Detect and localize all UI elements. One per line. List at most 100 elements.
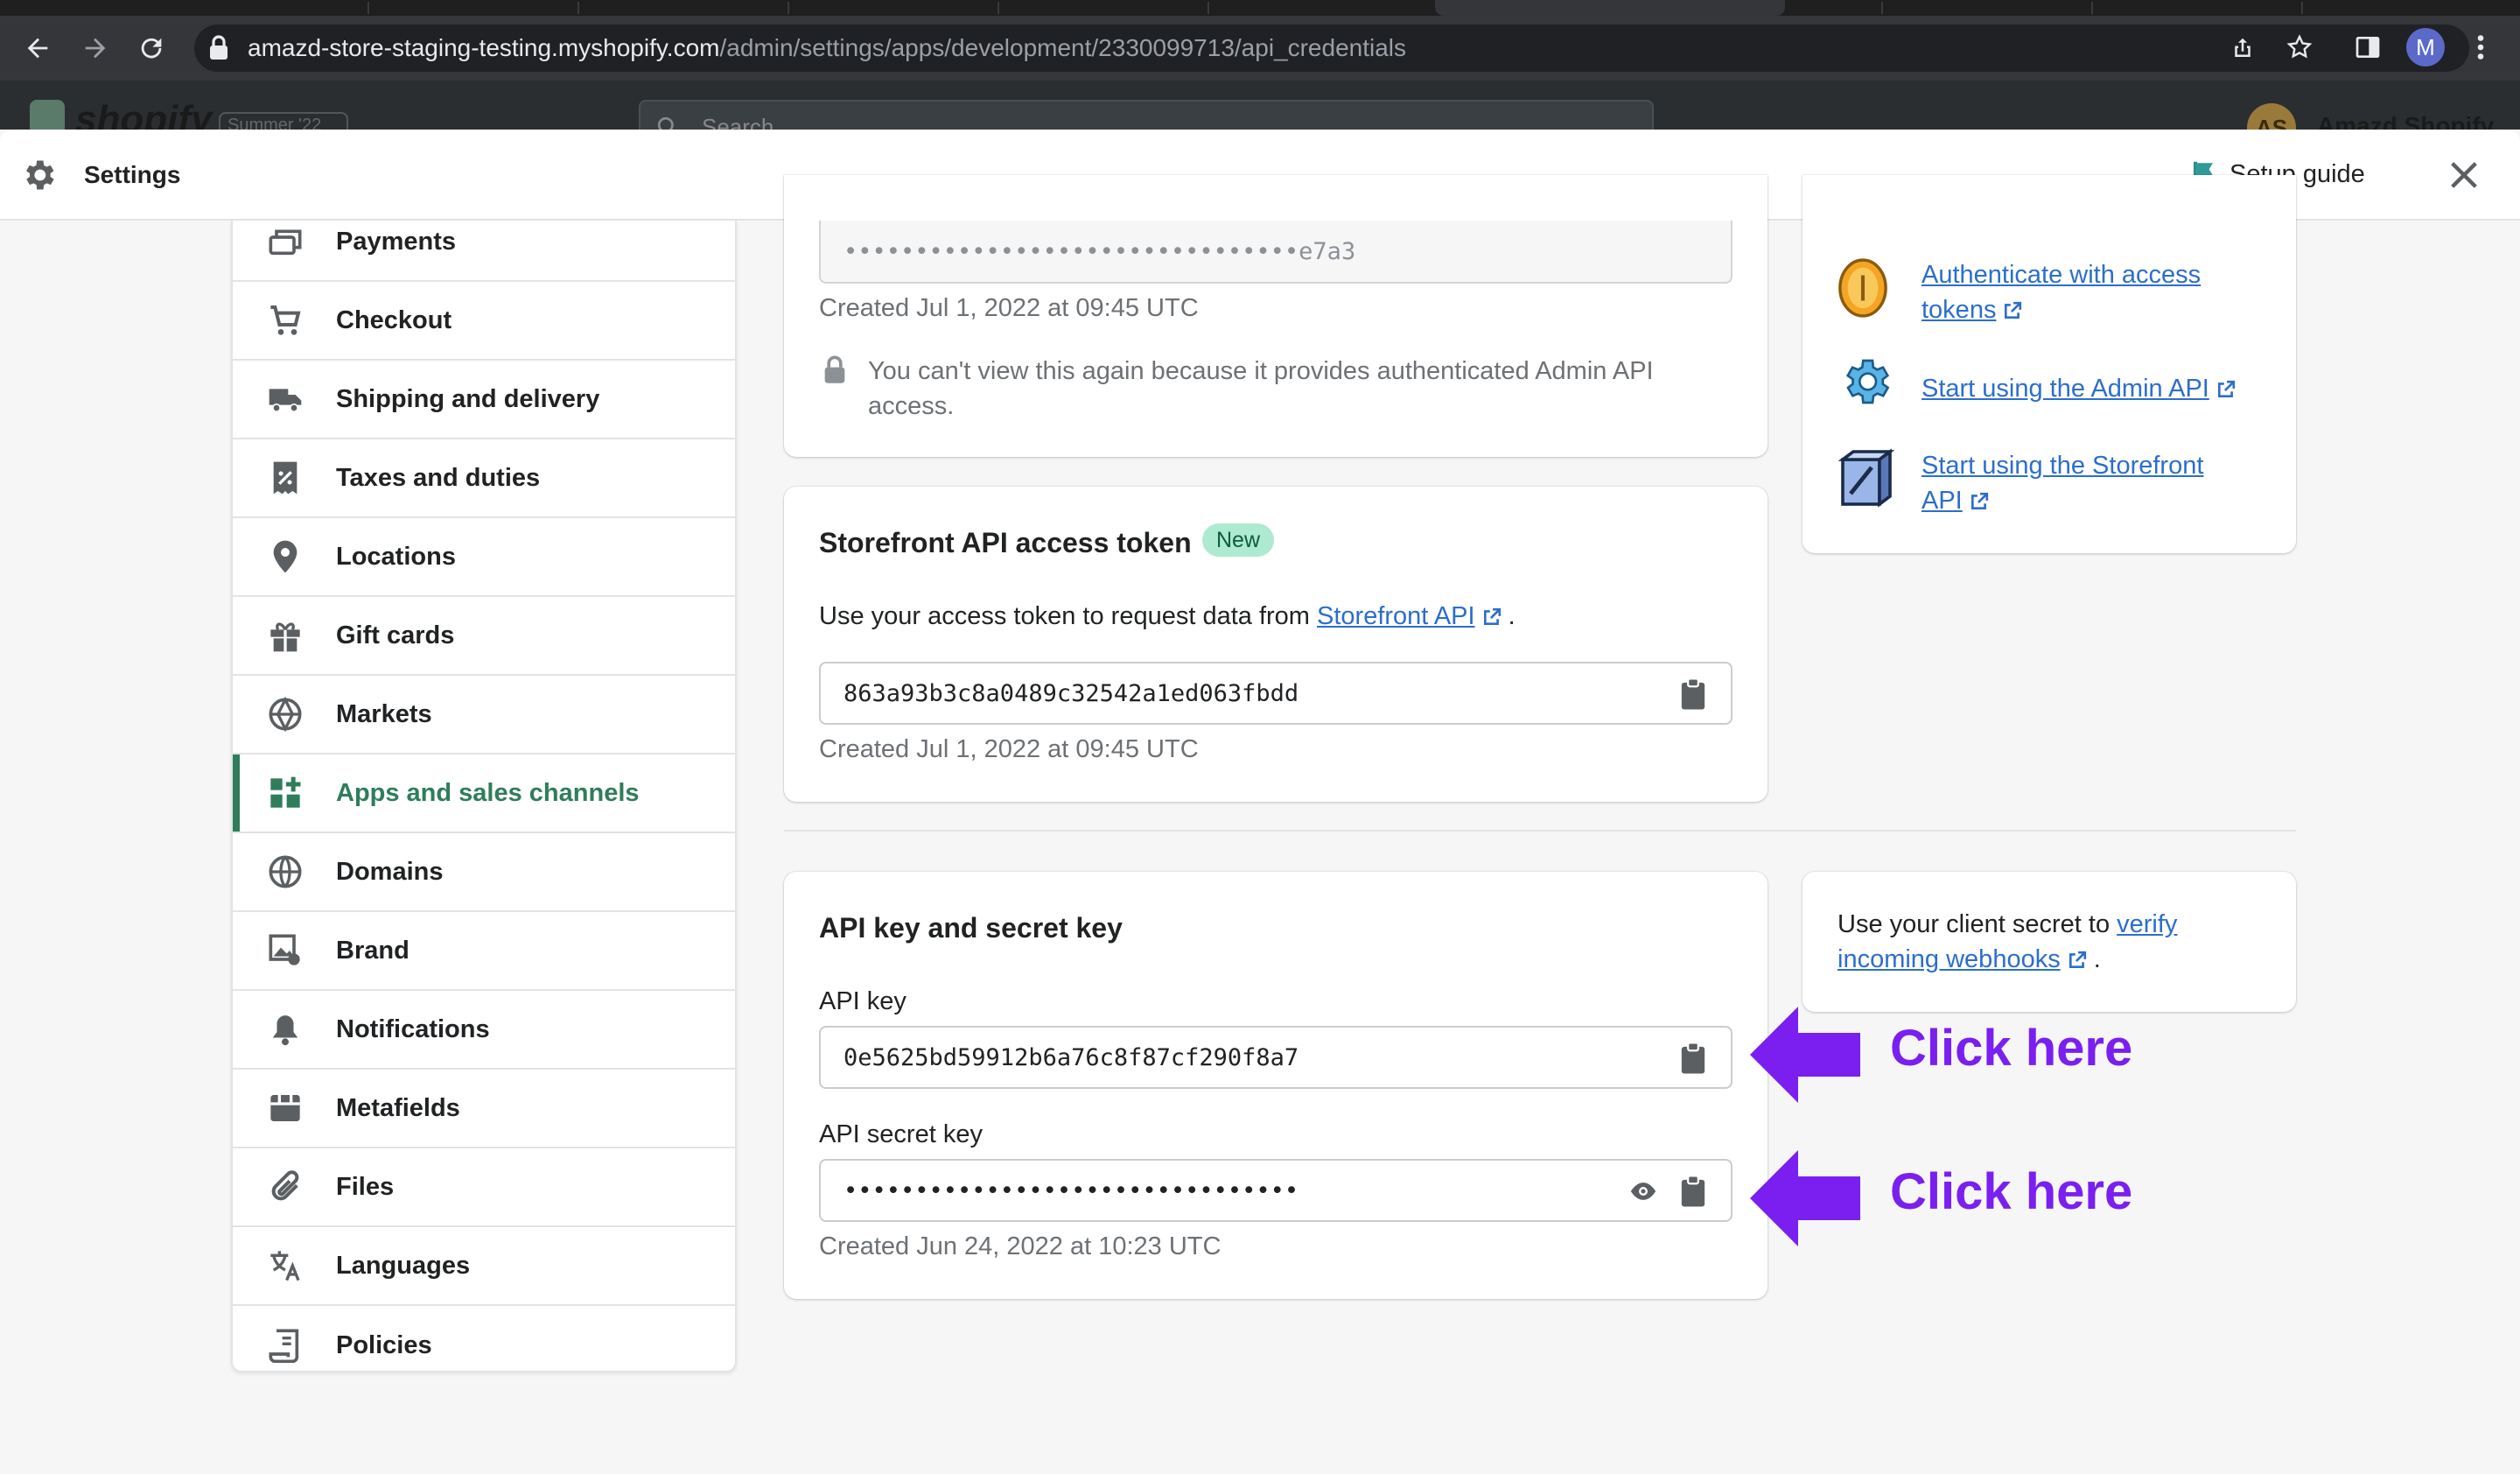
truck-icon bbox=[266, 380, 304, 418]
tab-separator bbox=[788, 2, 789, 14]
storefront-icon bbox=[1838, 448, 1895, 508]
sidebar-item-apps[interactable]: Apps and sales channels bbox=[233, 755, 735, 833]
sidebar-item-checkout[interactable]: Checkout bbox=[233, 282, 735, 361]
receipt-icon bbox=[266, 459, 304, 497]
external-link-icon bbox=[2068, 951, 2086, 969]
bell-icon bbox=[266, 1010, 304, 1049]
api-secret-label: API secret key bbox=[819, 1120, 983, 1148]
translate-icon bbox=[266, 1246, 304, 1285]
external-link-icon bbox=[2217, 381, 2235, 398]
sidebar-item-label: Notifications bbox=[336, 1014, 490, 1043]
annotation-arrow-left bbox=[1750, 1150, 1860, 1246]
forward-button[interactable] bbox=[65, 16, 126, 81]
external-link-icon bbox=[2005, 302, 2022, 319]
new-badge: New bbox=[1202, 523, 1275, 557]
sidebar-item-notifications[interactable]: Notifications bbox=[233, 991, 735, 1070]
tab-separator bbox=[2301, 2, 2303, 14]
sidebar-item-label: Brand bbox=[336, 936, 410, 965]
shopify-logo: shopify bbox=[75, 98, 213, 130]
admin-api-link[interactable]: Start using the Admin API bbox=[1922, 371, 2236, 406]
webhook-text-cont: incoming webhooks . bbox=[1838, 942, 2101, 977]
store-name: Amazd Shopify bbox=[2317, 112, 2495, 130]
globe-icon bbox=[266, 853, 304, 891]
bookmark-star-icon[interactable] bbox=[2286, 33, 2314, 61]
admin-token-warning-cont: access. bbox=[868, 392, 955, 420]
url-path: /admin/settings/apps/development/2330099… bbox=[719, 34, 1407, 61]
forward-arrow-icon bbox=[85, 38, 106, 59]
location-pin-icon bbox=[266, 537, 304, 576]
storefront-token-created: Created Jul 1, 2022 at 09:45 UTC bbox=[819, 735, 1199, 763]
authenticate-link-cont[interactable]: tokens bbox=[1922, 292, 2022, 327]
sidebar-item-label: Apps and sales channels bbox=[336, 778, 640, 807]
authenticate-link[interactable]: Authenticate with access bbox=[1922, 257, 2201, 292]
sidebar-item-languages[interactable]: Languages bbox=[233, 1227, 735, 1306]
kebab-menu-icon[interactable] bbox=[2474, 32, 2487, 63]
coin-icon bbox=[1838, 258, 1887, 318]
admin-api-link-text: Start using the Admin API bbox=[1922, 375, 2209, 403]
active-tab[interactable] bbox=[1435, 0, 1785, 16]
annotation-click-here-2: Click here bbox=[1890, 1163, 2133, 1220]
brand-icon bbox=[266, 931, 304, 970]
sidebar-item-taxes[interactable]: Taxes and duties bbox=[233, 439, 735, 518]
sidebar-item-label: Taxes and duties bbox=[336, 463, 541, 492]
sidebar-item-metafields[interactable]: Metafields bbox=[233, 1070, 735, 1148]
sidebar-item-label: Metafields bbox=[336, 1093, 460, 1122]
verify-webhooks-link-text: incoming webhooks bbox=[1838, 945, 2061, 973]
payments-icon bbox=[266, 222, 304, 261]
sidebar-item-shipping[interactable]: Shipping and delivery bbox=[233, 361, 735, 439]
lock-icon bbox=[210, 35, 228, 60]
sidepanel-icon[interactable] bbox=[2354, 33, 2382, 61]
api-key-field[interactable]: 0e5625bd59912b6a76c8f87cf290f8a7 bbox=[819, 1026, 1732, 1089]
store-avatar: AS bbox=[2247, 103, 2296, 130]
profile-avatar[interactable]: M bbox=[2406, 28, 2445, 67]
admin-topbar-backdrop: shopify Summer '22 Search AS Amazd Shopi… bbox=[0, 81, 2520, 130]
storefront-api-link[interactable]: Storefront API bbox=[1317, 602, 1502, 630]
admin-token-masked: ••••••••••••••••••••••••••••••••e7a3 bbox=[844, 237, 1356, 265]
sidebar-item-label: Locations bbox=[336, 542, 456, 571]
sidebar-item-policies[interactable]: Policies bbox=[233, 1306, 735, 1371]
settings-title: Settings bbox=[84, 161, 181, 188]
tab-separator bbox=[1208, 2, 1209, 14]
eye-icon[interactable] bbox=[1628, 1176, 1659, 1206]
sidebar-item-files[interactable]: Files bbox=[233, 1148, 735, 1227]
api-secret-masked: •••••••••••••••••••••••••••••••• bbox=[844, 1176, 1299, 1204]
back-button[interactable] bbox=[7, 16, 68, 81]
api-secret-field[interactable]: •••••••••••••••••••••••••••••••• bbox=[819, 1159, 1732, 1222]
storefront-api-guide-link[interactable]: Start using the Storefront bbox=[1922, 448, 2203, 483]
sidebar-item-markets[interactable]: Markets bbox=[233, 676, 735, 755]
sidebar-item-label: Files bbox=[336, 1172, 395, 1201]
annotation-arrow-left bbox=[1750, 1007, 1860, 1103]
verify-webhooks-link[interactable]: verify bbox=[2117, 910, 2177, 938]
tab-separator bbox=[578, 2, 579, 14]
browser-tab-strip bbox=[0, 0, 2520, 16]
metafields-icon bbox=[266, 1089, 304, 1127]
sidebar-item-brand[interactable]: Brand bbox=[233, 912, 735, 991]
storefront-api-link-text: Storefront API bbox=[1317, 602, 1475, 630]
storefront-api-guide-link-text: Start using the Storefront bbox=[1922, 452, 2204, 480]
url-text: amazd-store-staging-testing.myshopify.co… bbox=[248, 31, 1406, 66]
clipboard-icon[interactable] bbox=[1680, 1175, 1706, 1208]
clipboard-icon[interactable] bbox=[1680, 677, 1706, 711]
close-icon[interactable] bbox=[2446, 158, 2482, 193]
policies-icon bbox=[266, 1326, 304, 1365]
storefront-token-field[interactable]: 863a93b3c8a0489c32542a1ed063fbdd bbox=[819, 662, 1732, 725]
storefront-desc-prefix: Use your access token to request data fr… bbox=[819, 602, 1310, 630]
sidebar-item-domains[interactable]: Domains bbox=[233, 833, 735, 912]
sidebar-item-locations[interactable]: Locations bbox=[233, 518, 735, 597]
share-icon[interactable] bbox=[2230, 33, 2256, 63]
sidebar-item-payments[interactable]: Payments bbox=[233, 221, 735, 282]
paperclip-icon bbox=[266, 1168, 304, 1206]
reload-button[interactable] bbox=[121, 16, 182, 81]
storefront-api-guide-link-text-cont: API bbox=[1922, 487, 1963, 515]
webhook-prefix: Use your client secret to bbox=[1838, 910, 2110, 938]
clipboard-icon[interactable] bbox=[1680, 1042, 1706, 1075]
search-icon bbox=[657, 116, 674, 130]
webhook-text: Use your client secret to verify bbox=[1838, 907, 2177, 942]
sidebar-item-gift-cards[interactable]: Gift cards bbox=[233, 597, 735, 676]
storefront-desc-suffix: . bbox=[1508, 602, 1516, 630]
settings-sidebar: Payments Checkout Shipping and delivery … bbox=[231, 221, 737, 1372]
storefront-api-guide-link-cont[interactable]: API bbox=[1922, 483, 1989, 518]
storefront-card-title: Storefront API access token bbox=[819, 527, 1192, 558]
api-key-card-title: API key and secret key bbox=[819, 912, 1123, 944]
verify-webhooks-link-cont[interactable]: incoming webhooks bbox=[1838, 945, 2087, 973]
